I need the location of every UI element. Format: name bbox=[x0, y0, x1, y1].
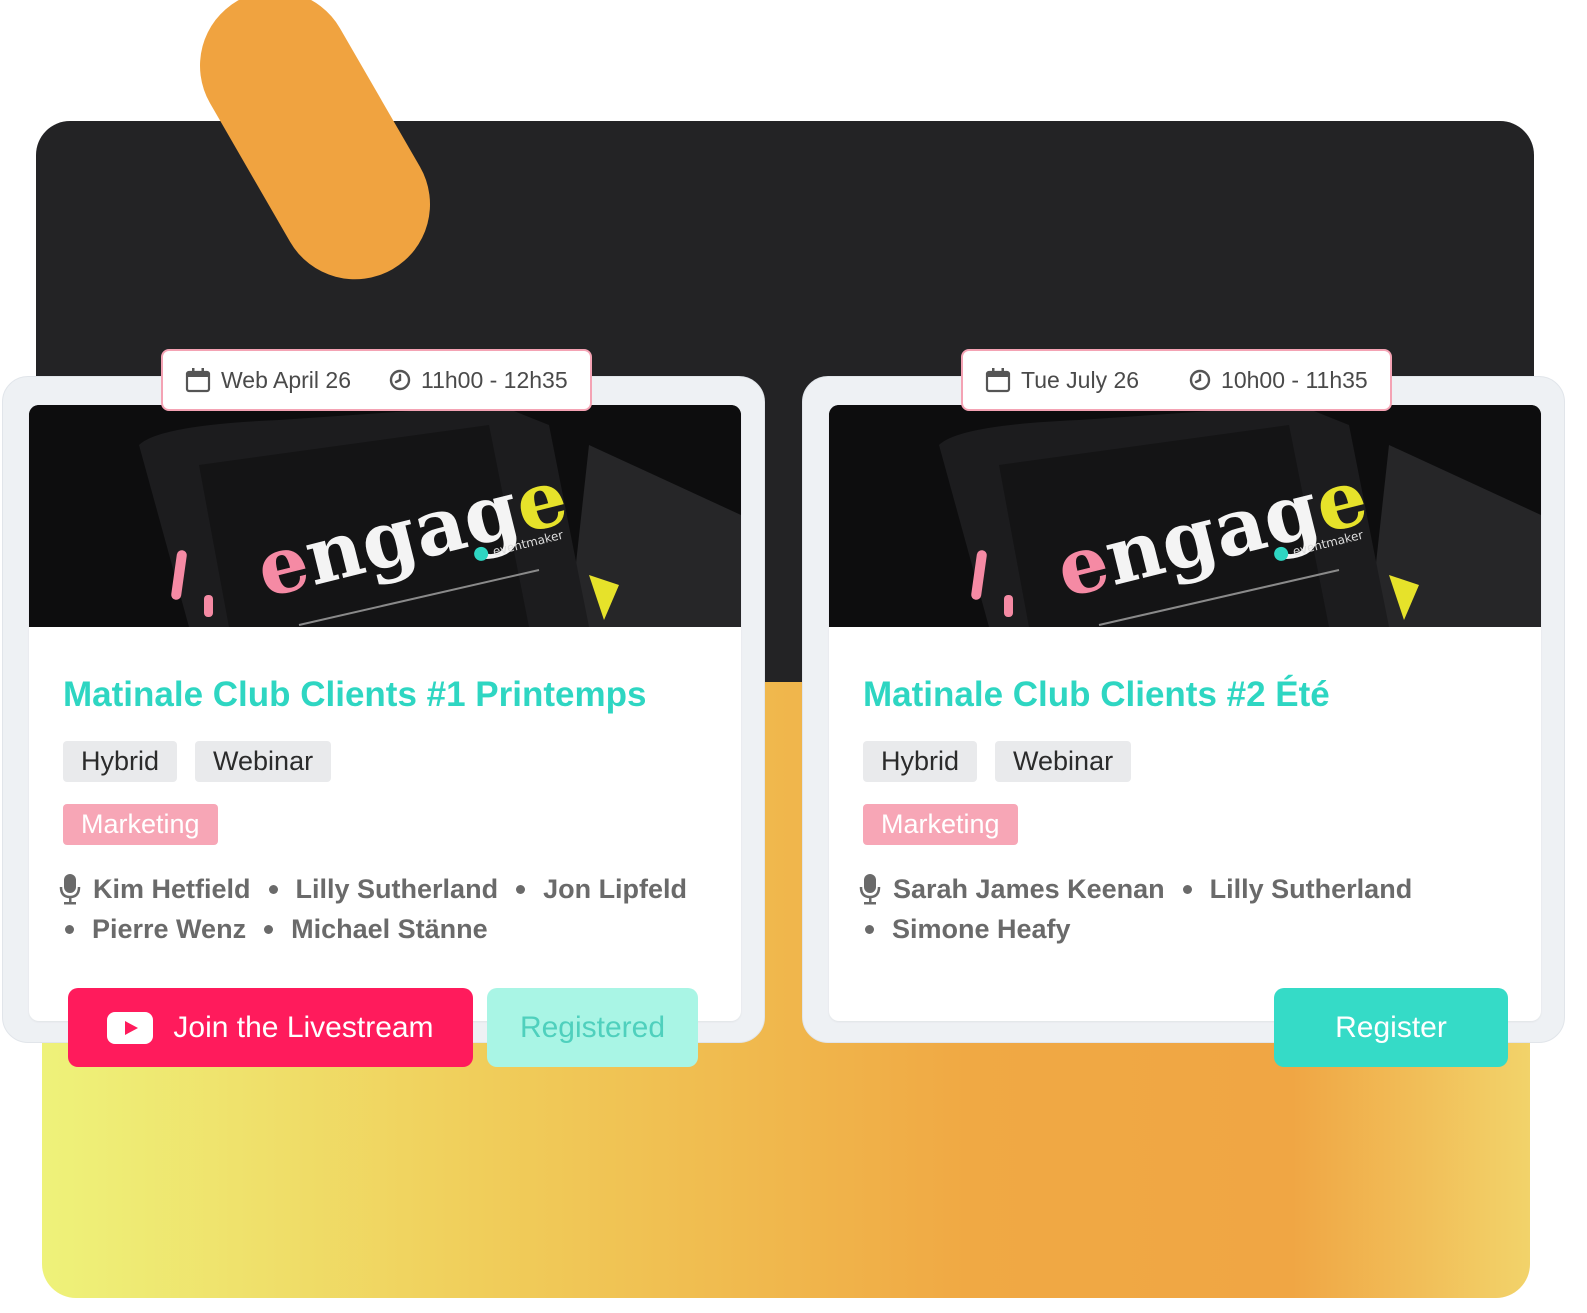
event-datetime-pill: Tue July 26 10h00 - 11h35 bbox=[961, 349, 1392, 411]
calendar-icon bbox=[185, 368, 211, 393]
speaker-name: Simone Heafy bbox=[892, 914, 1071, 944]
event-card-2: engage eventmaker Matinale Club Clients … bbox=[802, 349, 1565, 1043]
speaker-name: Jon Lipfeld bbox=[543, 874, 688, 904]
event-datetime-pill: Web April 26 11h00 - 12h35 bbox=[161, 349, 592, 411]
event-tags: Hybrid Webinar Marketing bbox=[63, 741, 683, 845]
clock-icon bbox=[1189, 369, 1211, 391]
tag-webinar: Webinar bbox=[995, 741, 1132, 782]
microphone-icon bbox=[59, 874, 81, 905]
speaker-name: Michael Stänne bbox=[291, 914, 488, 944]
speaker-name: Lilly Sutherland bbox=[295, 874, 499, 904]
tag-marketing: Marketing bbox=[63, 804, 218, 845]
speaker-name: Lilly Sutherland bbox=[1209, 874, 1413, 904]
event-date: Tue July 26 bbox=[1021, 366, 1140, 393]
separator-dot bbox=[268, 884, 278, 894]
tag-webinar: Webinar bbox=[195, 741, 332, 782]
speaker-list: Sarah James Keenan Lilly Sutherland Simo… bbox=[859, 869, 1519, 949]
speaker-name: Kim Hetfield bbox=[93, 874, 251, 904]
engage-cover-art: engage eventmaker bbox=[29, 405, 741, 627]
separator-dot bbox=[1182, 884, 1192, 894]
speaker-name: Pierre Wenz bbox=[92, 914, 247, 944]
event-time: 10h00 - 11h35 bbox=[1221, 366, 1368, 393]
join-livestream-label: Join the Livestream bbox=[173, 1010, 434, 1044]
event-cover-image: engage eventmaker bbox=[829, 405, 1541, 627]
event-cover-image: engage eventmaker bbox=[29, 405, 741, 627]
separator-dot bbox=[65, 924, 74, 934]
youtube-play-icon bbox=[107, 1011, 154, 1044]
event-time: 11h00 - 12h35 bbox=[420, 366, 568, 393]
event-card-body: engage eventmaker Matinale Club Clients … bbox=[29, 405, 741, 1021]
registered-button[interactable]: Registered bbox=[487, 988, 698, 1067]
tag-hybrid: Hybrid bbox=[63, 741, 178, 782]
speaker-list: Kim Hetfield Lilly Sutherland Jon Lipfel… bbox=[59, 869, 719, 949]
separator-dot bbox=[865, 924, 874, 934]
clock-icon bbox=[389, 369, 411, 391]
tag-hybrid: Hybrid bbox=[863, 741, 978, 782]
join-livestream-button[interactable]: Join the Livestream bbox=[68, 988, 473, 1067]
engage-cover-art: engage eventmaker bbox=[829, 405, 1541, 627]
event-tags: Hybrid Webinar Marketing bbox=[863, 741, 1483, 845]
separator-dot bbox=[516, 884, 526, 894]
event-date: Web April 26 bbox=[221, 366, 351, 393]
speaker-name: Sarah James Keenan bbox=[893, 874, 1165, 904]
microphone-icon bbox=[859, 874, 881, 905]
event-title[interactable]: Matinale Club Clients #2 Été bbox=[863, 675, 1330, 715]
event-card-1: engage eventmaker Matinale Club Clients … bbox=[2, 349, 765, 1043]
separator-dot bbox=[264, 924, 274, 934]
register-button[interactable]: Register bbox=[1274, 988, 1508, 1067]
event-card-body: engage eventmaker Matinale Club Clients … bbox=[829, 405, 1541, 1021]
event-title[interactable]: Matinale Club Clients #1 Printemps bbox=[63, 675, 646, 715]
tag-marketing: Marketing bbox=[863, 804, 1018, 845]
calendar-icon bbox=[985, 368, 1011, 393]
